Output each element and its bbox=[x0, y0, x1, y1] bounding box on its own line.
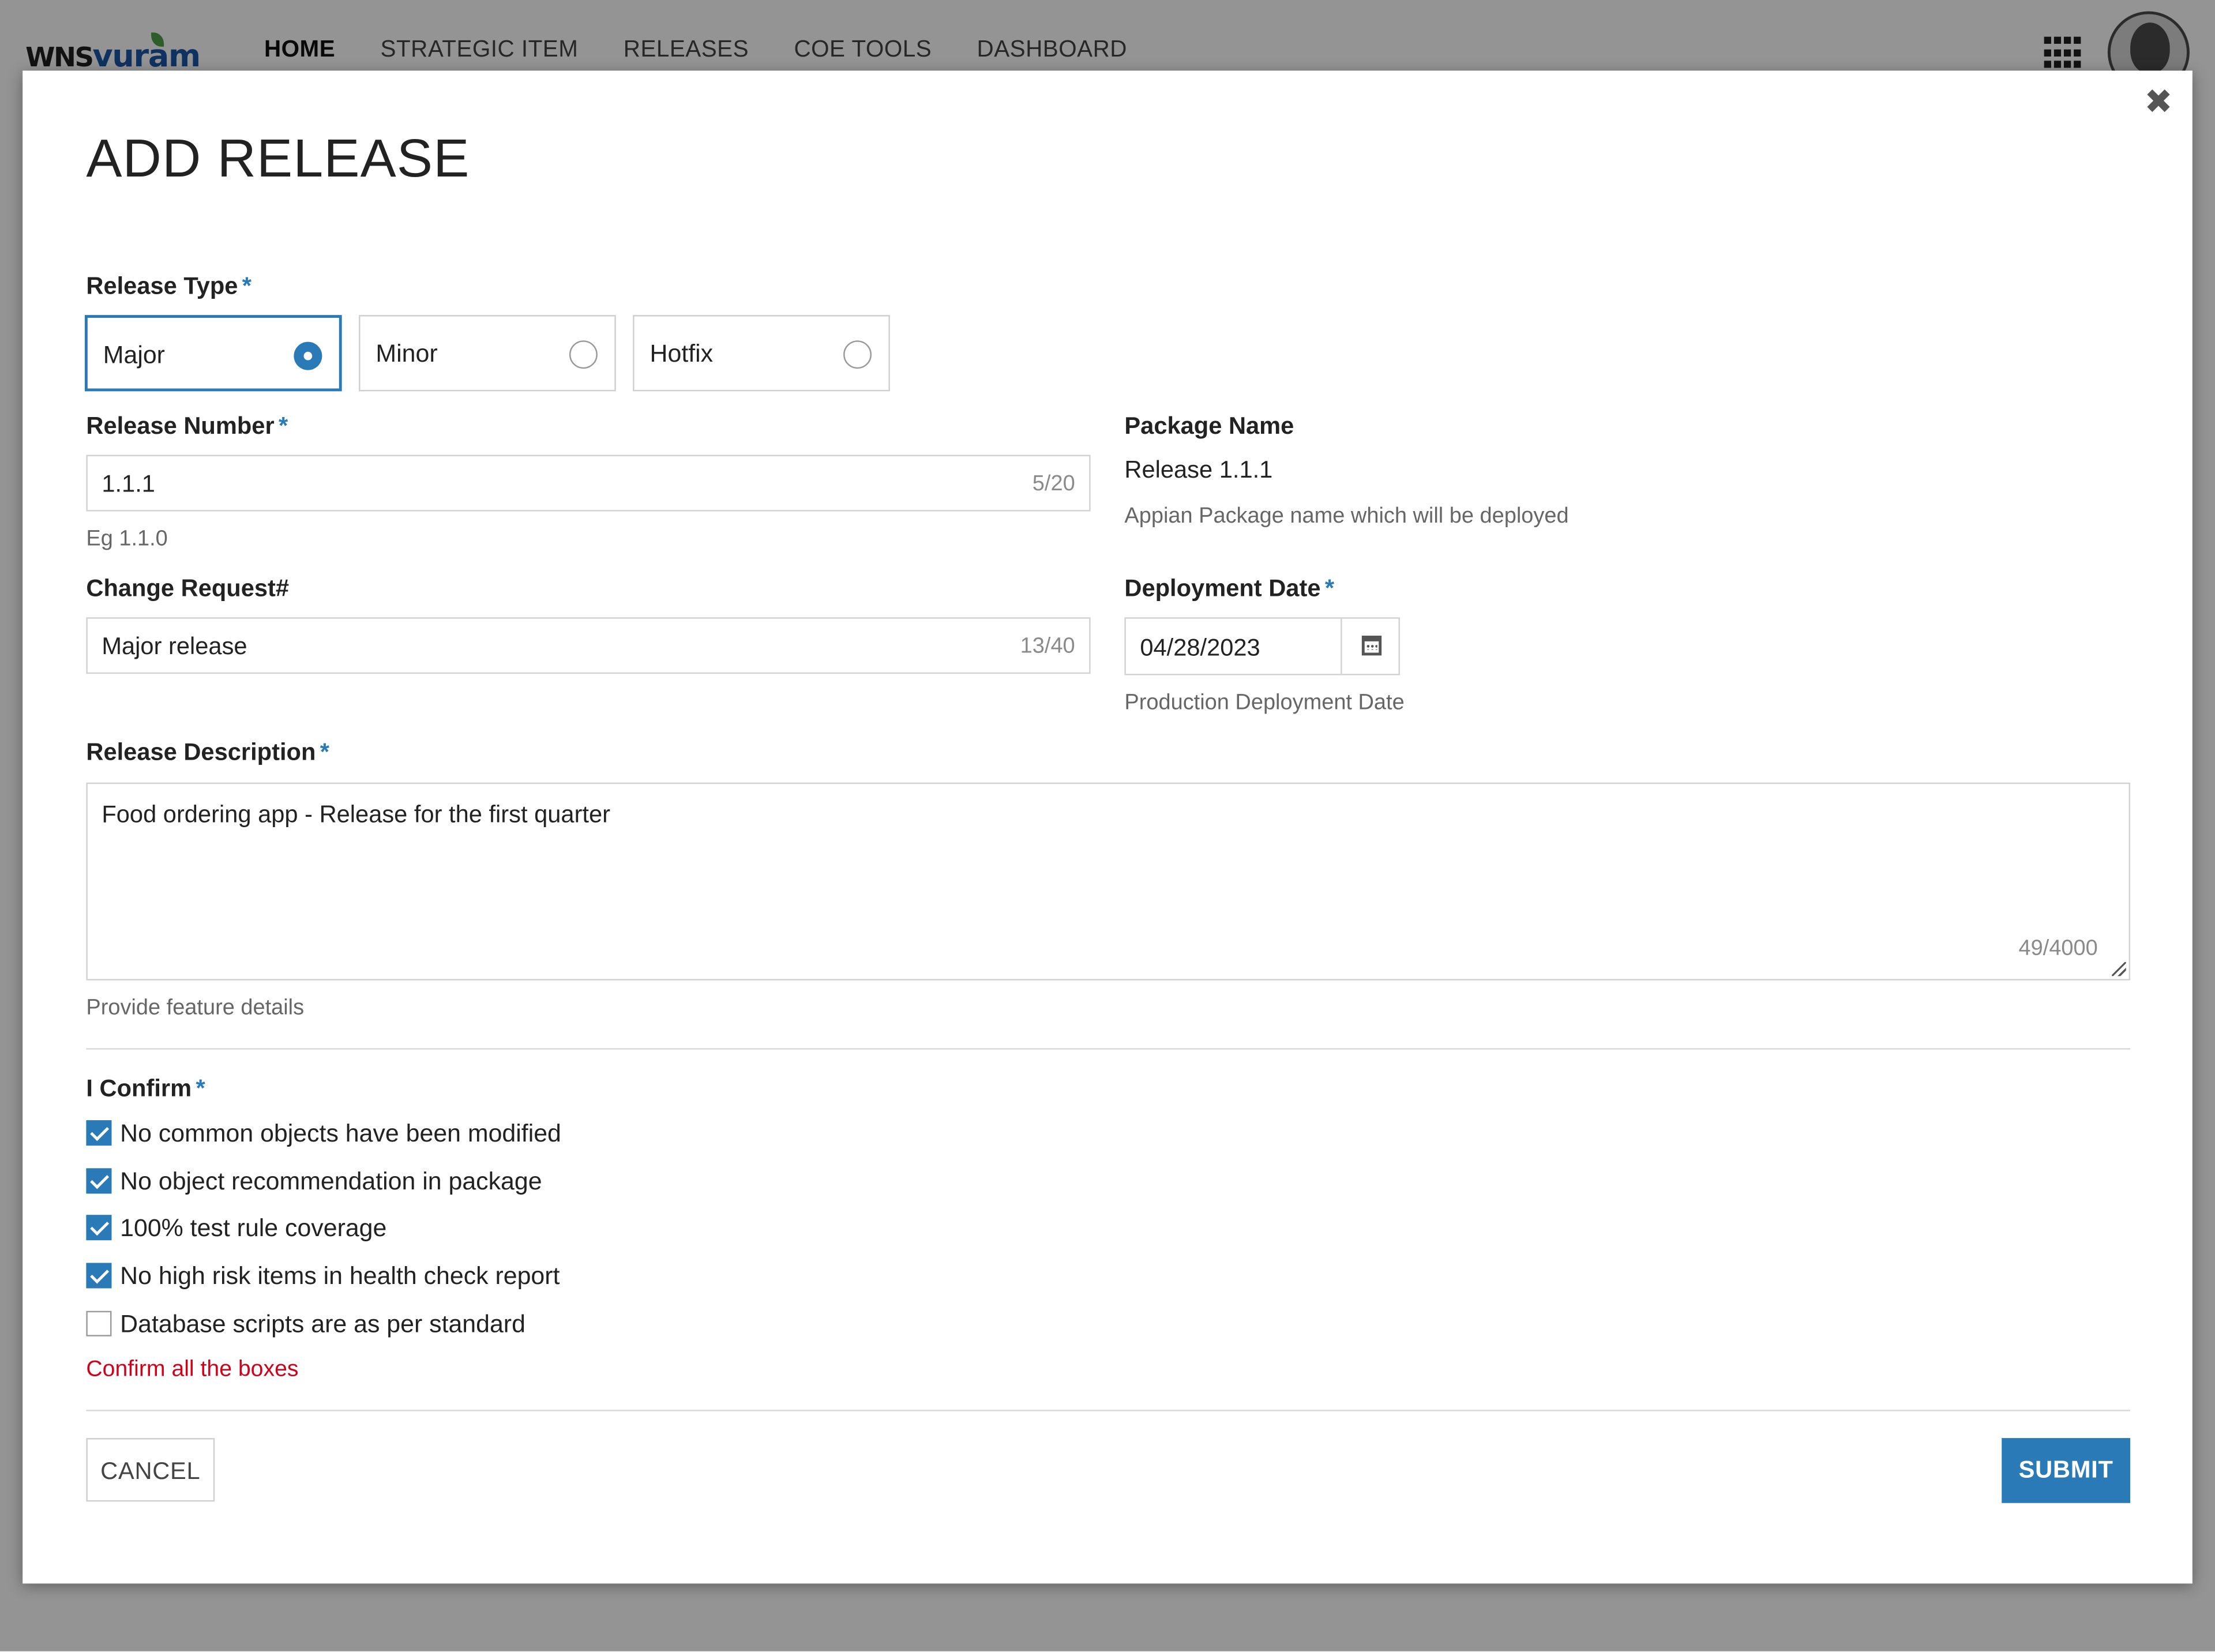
dialog-title: ADD RELEASE bbox=[86, 130, 470, 190]
submit-button-label: SUBMIT bbox=[2018, 1456, 2113, 1484]
change-request-label: Change Request# bbox=[86, 575, 290, 602]
release-number-input[interactable]: 1.1.1 5/20 bbox=[86, 455, 1091, 512]
checkbox-checked[interactable] bbox=[86, 1215, 112, 1241]
release-number-value: 1.1.1 bbox=[102, 470, 155, 498]
app-root: WNSvuram HOME STRATEGIC ITEM RELEASES CO… bbox=[0, 0, 2215, 1651]
change-request-char-count: 13/40 bbox=[1020, 634, 1075, 659]
package-name-value: Release 1.1.1 bbox=[1124, 456, 1273, 483]
radio-button[interactable] bbox=[843, 340, 872, 369]
release-description-value: Food ordering app - Release for the firs… bbox=[102, 801, 611, 828]
release-type-option-major[interactable]: Major bbox=[84, 315, 342, 392]
required-marker: * bbox=[1324, 575, 1335, 602]
checkbox-unchecked[interactable] bbox=[86, 1311, 112, 1336]
release-description-help: Provide feature details bbox=[86, 996, 305, 1020]
confirm-label: I Confirm * bbox=[86, 1075, 205, 1102]
deployment-date-label: Deployment Date * bbox=[1124, 575, 1335, 602]
add-release-dialog: ✖ ADD RELEASE Release Type * Major Minor … bbox=[22, 70, 2193, 1584]
checkbox-label: No common objects have been modified bbox=[120, 1118, 561, 1147]
required-marker: * bbox=[196, 1075, 205, 1102]
release-description-char-count: 49/4000 bbox=[2018, 936, 2098, 961]
date-picker-button[interactable] bbox=[1341, 618, 1398, 674]
checkbox-checked[interactable] bbox=[86, 1263, 112, 1289]
required-marker: * bbox=[242, 272, 252, 300]
release-description-textarea[interactable]: Food ordering app - Release for the firs… bbox=[86, 782, 2131, 981]
checkbox-checked[interactable] bbox=[86, 1120, 112, 1146]
footer-divider bbox=[86, 1410, 2131, 1411]
checkbox-label: No object recommendation in package bbox=[120, 1166, 542, 1195]
cancel-button[interactable]: CANCEL bbox=[86, 1438, 215, 1502]
required-marker: * bbox=[320, 738, 329, 766]
package-name-label: Package Name bbox=[1124, 412, 1294, 440]
close-icon[interactable]: ✖ bbox=[2144, 82, 2172, 122]
radio-option-label: Hotfix bbox=[650, 339, 714, 367]
release-type-option-hotfix[interactable]: Hotfix bbox=[633, 315, 890, 392]
release-number-char-count: 5/20 bbox=[1032, 471, 1075, 496]
change-request-input[interactable]: Major release 13/40 bbox=[86, 617, 1091, 674]
radio-button-selected[interactable] bbox=[294, 341, 322, 370]
checkbox-checked[interactable] bbox=[86, 1168, 112, 1194]
deployment-date-input[interactable]: 04/28/2023 bbox=[1124, 617, 1400, 675]
resize-handle-icon[interactable] bbox=[2112, 962, 2126, 977]
deployment-date-value: 04/28/2023 bbox=[1140, 634, 1260, 662]
package-name-help: Appian Package name which will be deploy… bbox=[1124, 504, 1569, 528]
release-description-label: Release Description * bbox=[86, 738, 329, 766]
change-request-value: Major release bbox=[102, 633, 247, 660]
radio-option-label: Minor bbox=[376, 339, 438, 367]
required-marker: * bbox=[279, 412, 288, 440]
release-type-label: Release Type * bbox=[86, 272, 252, 300]
release-type-option-minor[interactable]: Minor bbox=[359, 315, 616, 392]
submit-button[interactable]: SUBMIT bbox=[2002, 1438, 2131, 1503]
checkbox-label: Database scripts are as per standard bbox=[120, 1309, 525, 1338]
radio-button[interactable] bbox=[569, 340, 598, 369]
calendar-icon bbox=[1361, 636, 1382, 656]
radio-option-label: Major bbox=[103, 340, 165, 369]
section-divider bbox=[86, 1048, 2131, 1050]
release-number-help: Eg 1.1.0 bbox=[86, 527, 168, 551]
deployment-date-help: Production Deployment Date bbox=[1124, 690, 1405, 715]
release-number-label: Release Number * bbox=[86, 412, 288, 440]
confirm-error-message: Confirm all the boxes bbox=[86, 1357, 299, 1382]
cancel-button-label: CANCEL bbox=[100, 1458, 201, 1485]
checkbox-label: No high risk items in health check repor… bbox=[120, 1261, 560, 1290]
checkbox-label: 100% test rule coverage bbox=[120, 1213, 387, 1242]
